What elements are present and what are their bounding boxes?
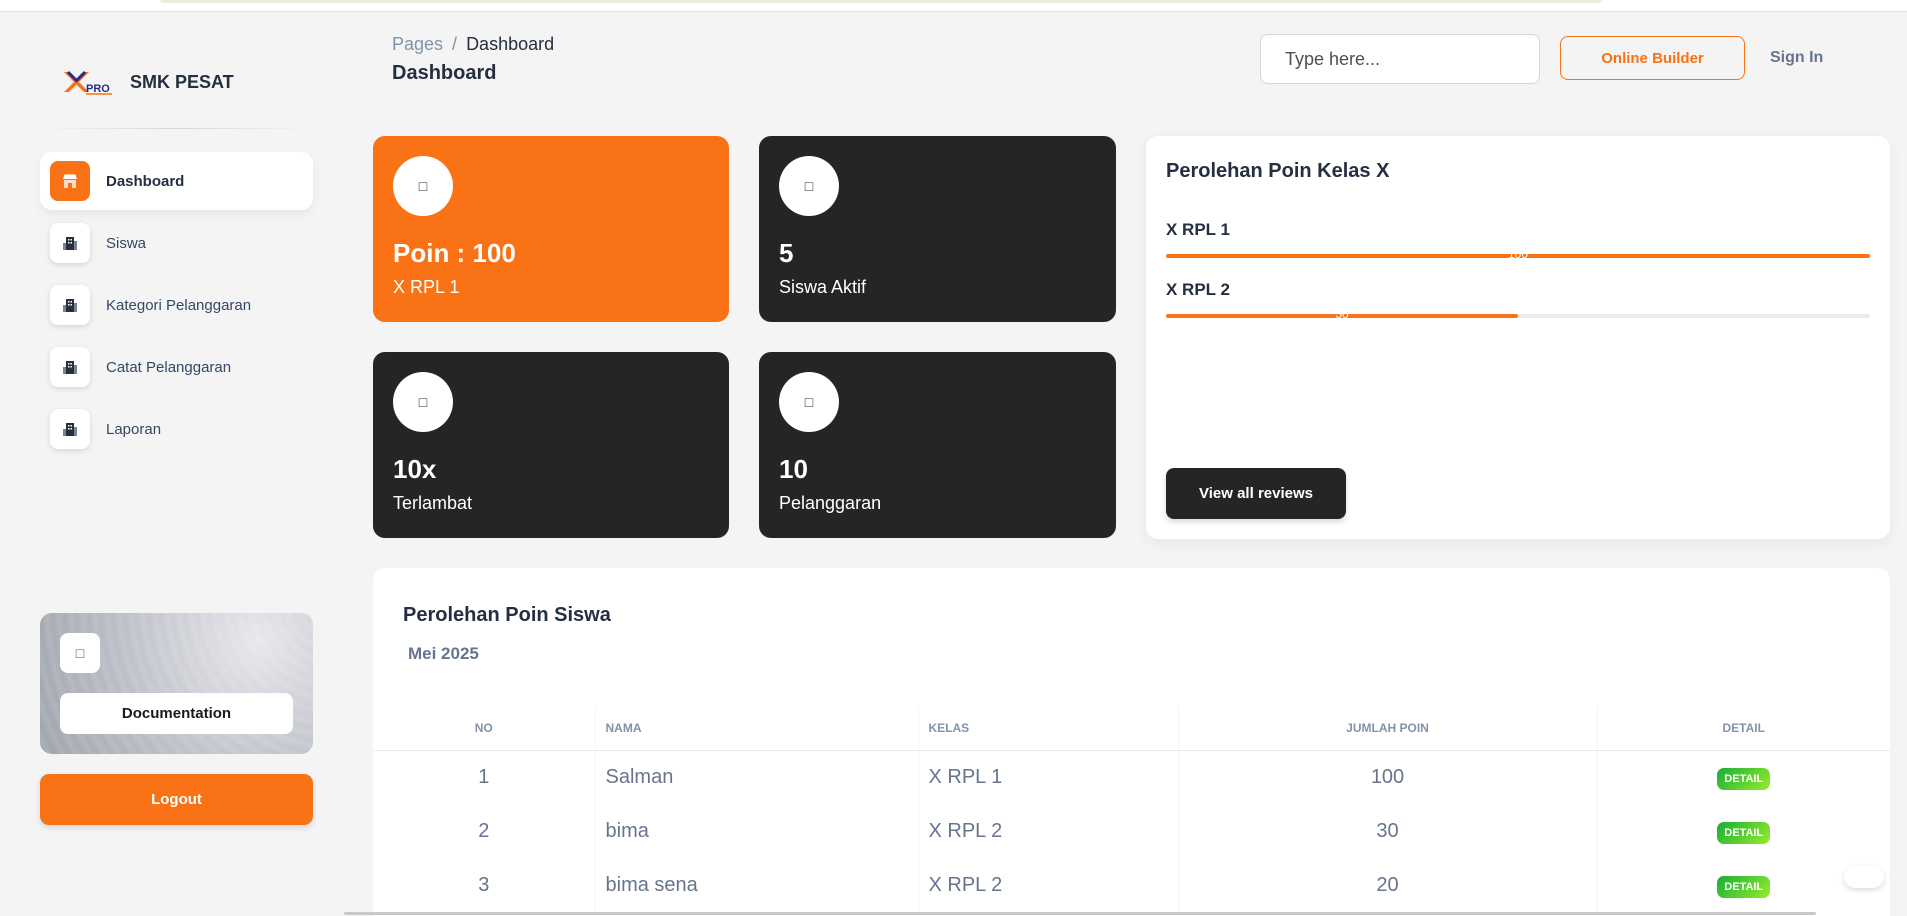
progress-value: 100 [1507,247,1529,261]
documentation-button[interactable]: Documentation [60,693,293,734]
kelas-bar-label: X RPL 1 [1166,220,1230,239]
breadcrumb-root[interactable]: Pages [392,34,443,55]
student-points-card: Perolehan Poin Siswa Mei 2025 No Nama Ke… [373,568,1890,916]
table-row: 2 bima X RPL 2 30 DETAIL [373,804,1890,858]
cell-nama: bima [594,804,918,858]
documentation-icon: □ [60,633,100,673]
stat-value: 10x [393,454,437,484]
kelas-bar-row: X RPL 2 50 [1166,280,1870,321]
sidebar-divider [40,128,312,129]
stat-label: Pelanggaran [779,493,882,513]
kelas-bar-row: X RPL 1 100 [1166,220,1870,261]
sidebar-item-label: Laporan [106,420,162,438]
cell-poin: 30 [1177,804,1597,858]
stat-icon: □ [393,156,453,216]
stat-value: 5 [779,238,794,268]
office-icon [50,347,90,387]
column-header-kelas: Kelas [917,706,1178,751]
column-header-detail: Detail [1596,706,1890,751]
sidebar-item-siswa[interactable]: Siswa [40,214,313,272]
view-all-reviews-button[interactable]: View all reviews [1166,468,1346,519]
cell-kelas: X RPL 2 [917,858,1178,912]
office-icon [50,409,90,449]
cell-poin: 20 [1177,858,1597,912]
stat-label: Siswa Aktif [779,277,867,297]
cell-detail: DETAIL [1596,750,1890,804]
kelas-panel-title: Perolehan Poin Kelas X [1166,160,1390,182]
search-input[interactable] [1260,34,1540,84]
documentation-card: □ Documentation [40,613,313,754]
shop-icon [50,161,90,201]
detail-badge[interactable]: DETAIL [1717,875,1771,898]
brand[interactable]: PRO SMK PESAT [62,68,234,96]
sign-in-link[interactable]: Sign In [1770,49,1823,67]
table-row: 1 Salman X RPL 1 100 DETAIL [373,750,1890,804]
table-title: Perolehan Poin Siswa [403,604,611,626]
breadcrumb-separator: / [452,34,458,54]
brand-logo-icon: PRO [62,68,118,96]
student-points-table: No Nama Kelas Jumlah Poin Detail 1 Salma… [373,706,1890,912]
sidebar-item-label: Kategori Pelanggaran [106,296,252,314]
stat-value: 10 [779,454,808,484]
progress-track: 50 [1166,307,1870,321]
stat-icon: □ [393,372,453,432]
breadcrumb-current: Dashboard [466,34,555,54]
stat-label: X RPL 1 [393,277,460,297]
cell-nama: Salman [594,750,918,804]
brand-name: SMK PESAT [130,71,234,92]
office-icon [50,285,90,325]
stat-card-poin: □ Poin : 100 X RPL 1 [373,136,729,322]
stat-label: Terlambat [393,493,473,513]
column-header-jumlah-poin: Jumlah Poin [1177,706,1597,751]
sidebar-item-label: Catat Pelanggaran [106,358,232,376]
cell-no: 2 [478,819,490,842]
breadcrumb: Pages / Dashboard [392,34,554,55]
sidebar-nav: Dashboard Siswa Kategori Pelanggaran Cat… [40,152,313,462]
sidebar: PRO SMK PESAT Dashboard Siswa Kategori P… [0,12,340,916]
kelas-points-panel: Perolehan Poin Kelas X X RPL 1 100 X RPL… [1146,136,1890,539]
cell-no: 3 [478,873,490,896]
sidebar-item-kategori-pelanggaran[interactable]: Kategori Pelanggaran [40,276,313,334]
stat-icon: □ [779,372,839,432]
kelas-bar-label: X RPL 2 [1166,280,1230,299]
cell-no: 1 [478,765,490,788]
logout-button[interactable]: Logout [40,774,313,825]
sidebar-item-dashboard[interactable]: Dashboard [40,152,313,210]
table-row: 3 bima sena X RPL 2 20 DETAIL [373,858,1890,912]
top-strip [0,0,1907,12]
detail-badge[interactable]: DETAIL [1717,767,1771,790]
cell-nama: bima sena [594,858,918,912]
horizontal-scrollbar[interactable] [344,912,1816,915]
column-header-no: No [373,706,595,751]
stat-card-siswa-aktif: □ 5 Siswa Aktif [759,136,1116,322]
cell-poin: 100 [1177,750,1597,804]
sidebar-item-label: Dashboard [106,172,185,190]
stat-icon: □ [779,156,839,216]
table-header-row: No Nama Kelas Jumlah Poin Detail [373,706,1890,751]
cell-detail: DETAIL [1596,804,1890,858]
cell-detail: DETAIL [1596,858,1890,912]
stat-card-pelanggaran: □ 10 Pelanggaran [759,352,1116,538]
stat-value: Poin : 100 [393,238,516,268]
sidebar-item-laporan[interactable]: Laporan [40,400,313,458]
detail-badge[interactable]: DETAIL [1717,821,1771,844]
cell-kelas: X RPL 1 [917,750,1178,804]
table-subtitle: Mei 2025 [408,644,479,663]
sidebar-item-catat-pelanggaran[interactable]: Catat Pelanggaran [40,338,313,396]
progress-value: 50 [1335,307,1349,321]
stat-card-terlambat: □ 10x Terlambat [373,352,729,538]
office-icon [50,223,90,263]
progress-track: 100 [1166,247,1870,261]
sidebar-item-label: Siswa [106,234,147,252]
online-builder-button[interactable]: Online Builder [1560,36,1745,80]
cell-kelas: X RPL 2 [917,804,1178,858]
brand-logo-text: PRO [86,83,110,95]
column-header-nama: Nama [594,706,918,751]
page-title: Dashboard [392,62,497,84]
floating-toggle[interactable] [1844,866,1884,888]
